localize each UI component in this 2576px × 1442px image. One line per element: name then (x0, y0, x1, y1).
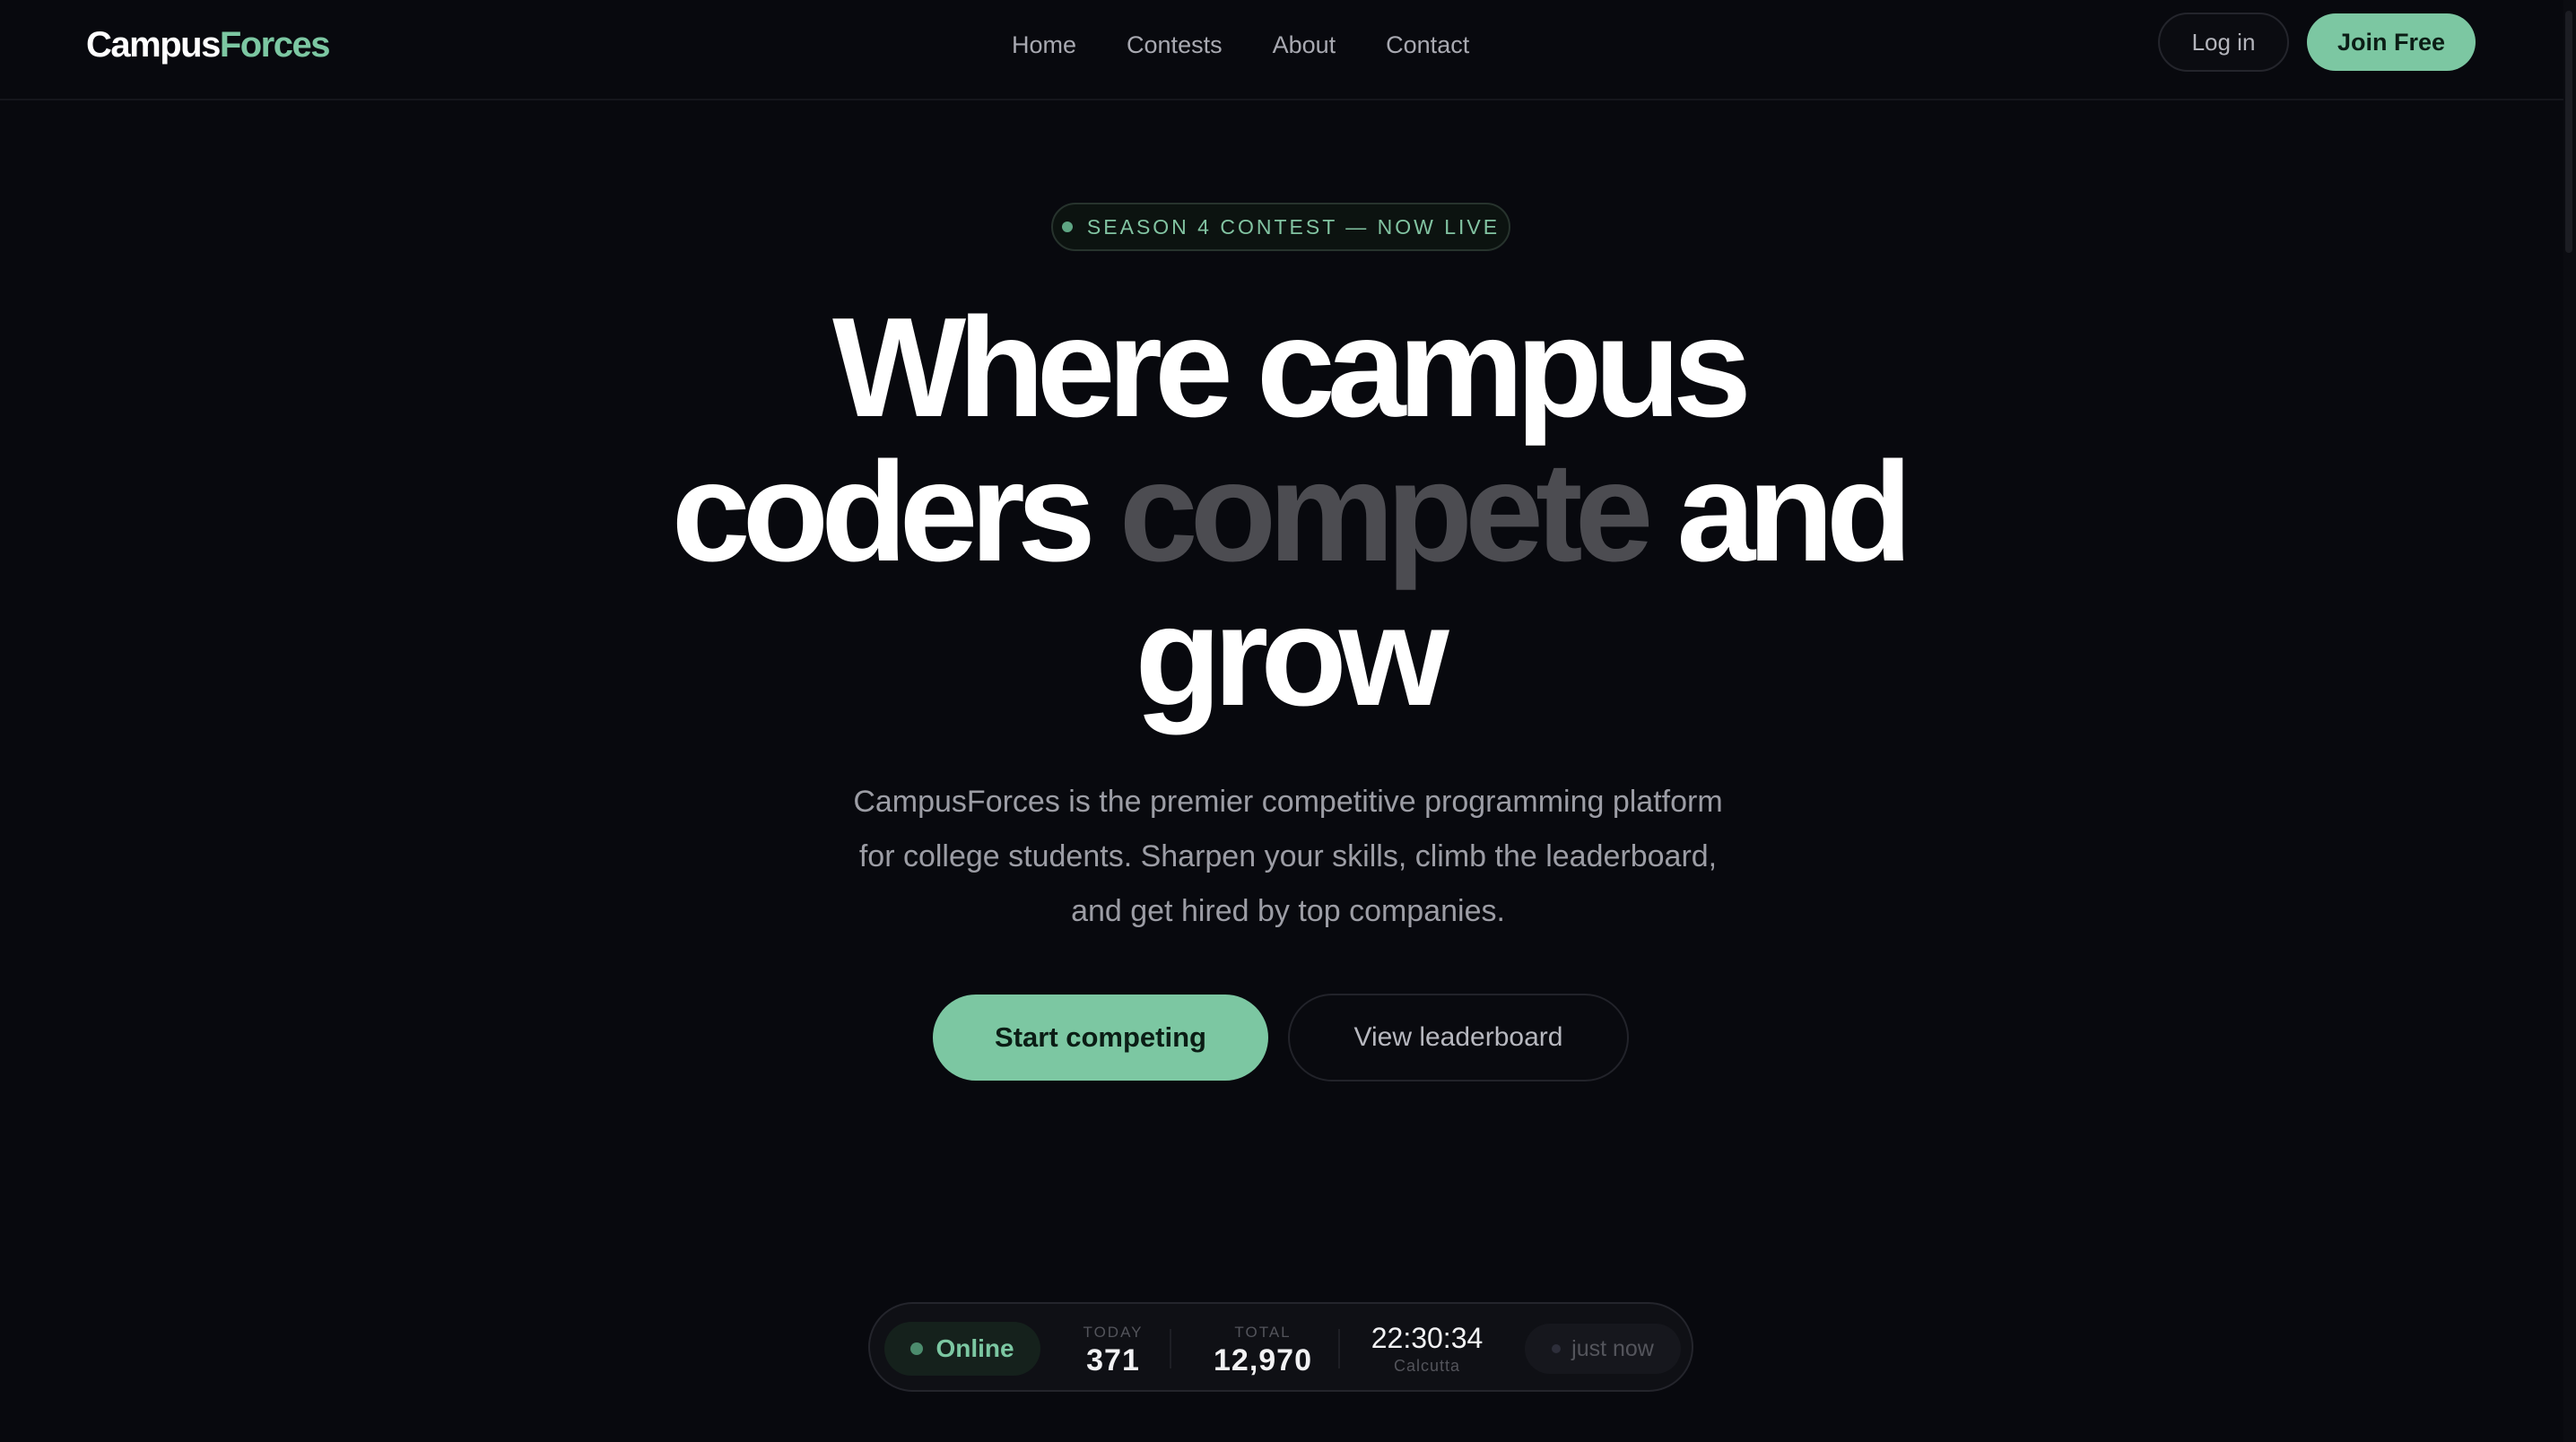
today-label: TODAY (1083, 1324, 1144, 1341)
server-clock: 22:30:34 Calcutta (1360, 1320, 1494, 1376)
clock-timezone: Calcutta (1393, 1357, 1461, 1375)
last-updated-text: just now (1571, 1335, 1654, 1361)
headline-line-2: coders compete and (570, 440, 2006, 585)
headline-line-3: grow (1135, 578, 1449, 735)
view-leaderboard-button[interactable]: View leaderboard (1288, 994, 1629, 1082)
nav-link-about[interactable]: About (1273, 27, 1336, 63)
headline-highlight-word: compete (1118, 433, 1654, 591)
stats-divider (1170, 1329, 1171, 1368)
season-badge-text: SEASON 4 CONTEST — NOW LIVE (1086, 215, 1501, 239)
scrollbar-thumb[interactable] (2565, 11, 2572, 253)
total-label: TOTAL (1234, 1324, 1292, 1341)
total-value: 12,970 (1214, 1343, 1312, 1377)
brand-logo[interactable]: CampusForces (86, 23, 331, 66)
today-value: 371 (1086, 1343, 1140, 1377)
top-navbar: CampusForces Home Contests About Contact… (0, 0, 2576, 100)
brand-logo-part1: Campus (86, 25, 221, 65)
live-stats-bar: Online TODAY 371 TOTAL 12,970 22:30:34 C… (868, 1302, 1693, 1392)
total-stat: TOTAL 12,970 (1197, 1324, 1329, 1379)
hero-headline: Where campus coders compete and grow (570, 296, 2006, 729)
live-dot-icon (1061, 222, 1073, 232)
stats-divider (1338, 1329, 1340, 1368)
season-badge: SEASON 4 CONTEST — NOW LIVE (1051, 203, 1510, 251)
login-button[interactable]: Log in (2158, 13, 2289, 72)
today-stat: TODAY 371 (1064, 1324, 1162, 1379)
page-scrollbar[interactable] (2563, 0, 2576, 1442)
description-line-3: and get hired by top companies. (1071, 894, 1505, 928)
online-dot-icon (910, 1342, 924, 1355)
headline-line-1: Where campus (832, 289, 1752, 447)
brand-logo-part2: Forces (219, 25, 331, 65)
headline-line-2-pre: coders (671, 433, 1119, 591)
description-line-2: for college students. Sharpen your skill… (858, 839, 1718, 873)
description-line-1: CampusForces is the premier competitive … (853, 785, 1723, 819)
hero-description: CampusForces is the premier competitive … (750, 775, 1826, 939)
last-updated-pill: just now (1525, 1324, 1681, 1374)
clock-time: 22:30:34 (1371, 1322, 1484, 1354)
online-status-pill: Online (884, 1322, 1040, 1376)
nav-link-contests[interactable]: Contests (1127, 27, 1223, 63)
headline-line-2-post: and (1645, 433, 1912, 591)
online-status-text: Online (936, 1334, 1014, 1362)
updated-dot-icon (1552, 1344, 1562, 1353)
start-competing-button[interactable]: Start competing (933, 995, 1268, 1081)
nav-links: Home Contests About Contact (1012, 27, 1469, 63)
nav-link-contact[interactable]: Contact (1386, 27, 1469, 63)
join-free-button[interactable]: Join Free (2307, 13, 2476, 71)
nav-link-home[interactable]: Home (1012, 27, 1076, 63)
